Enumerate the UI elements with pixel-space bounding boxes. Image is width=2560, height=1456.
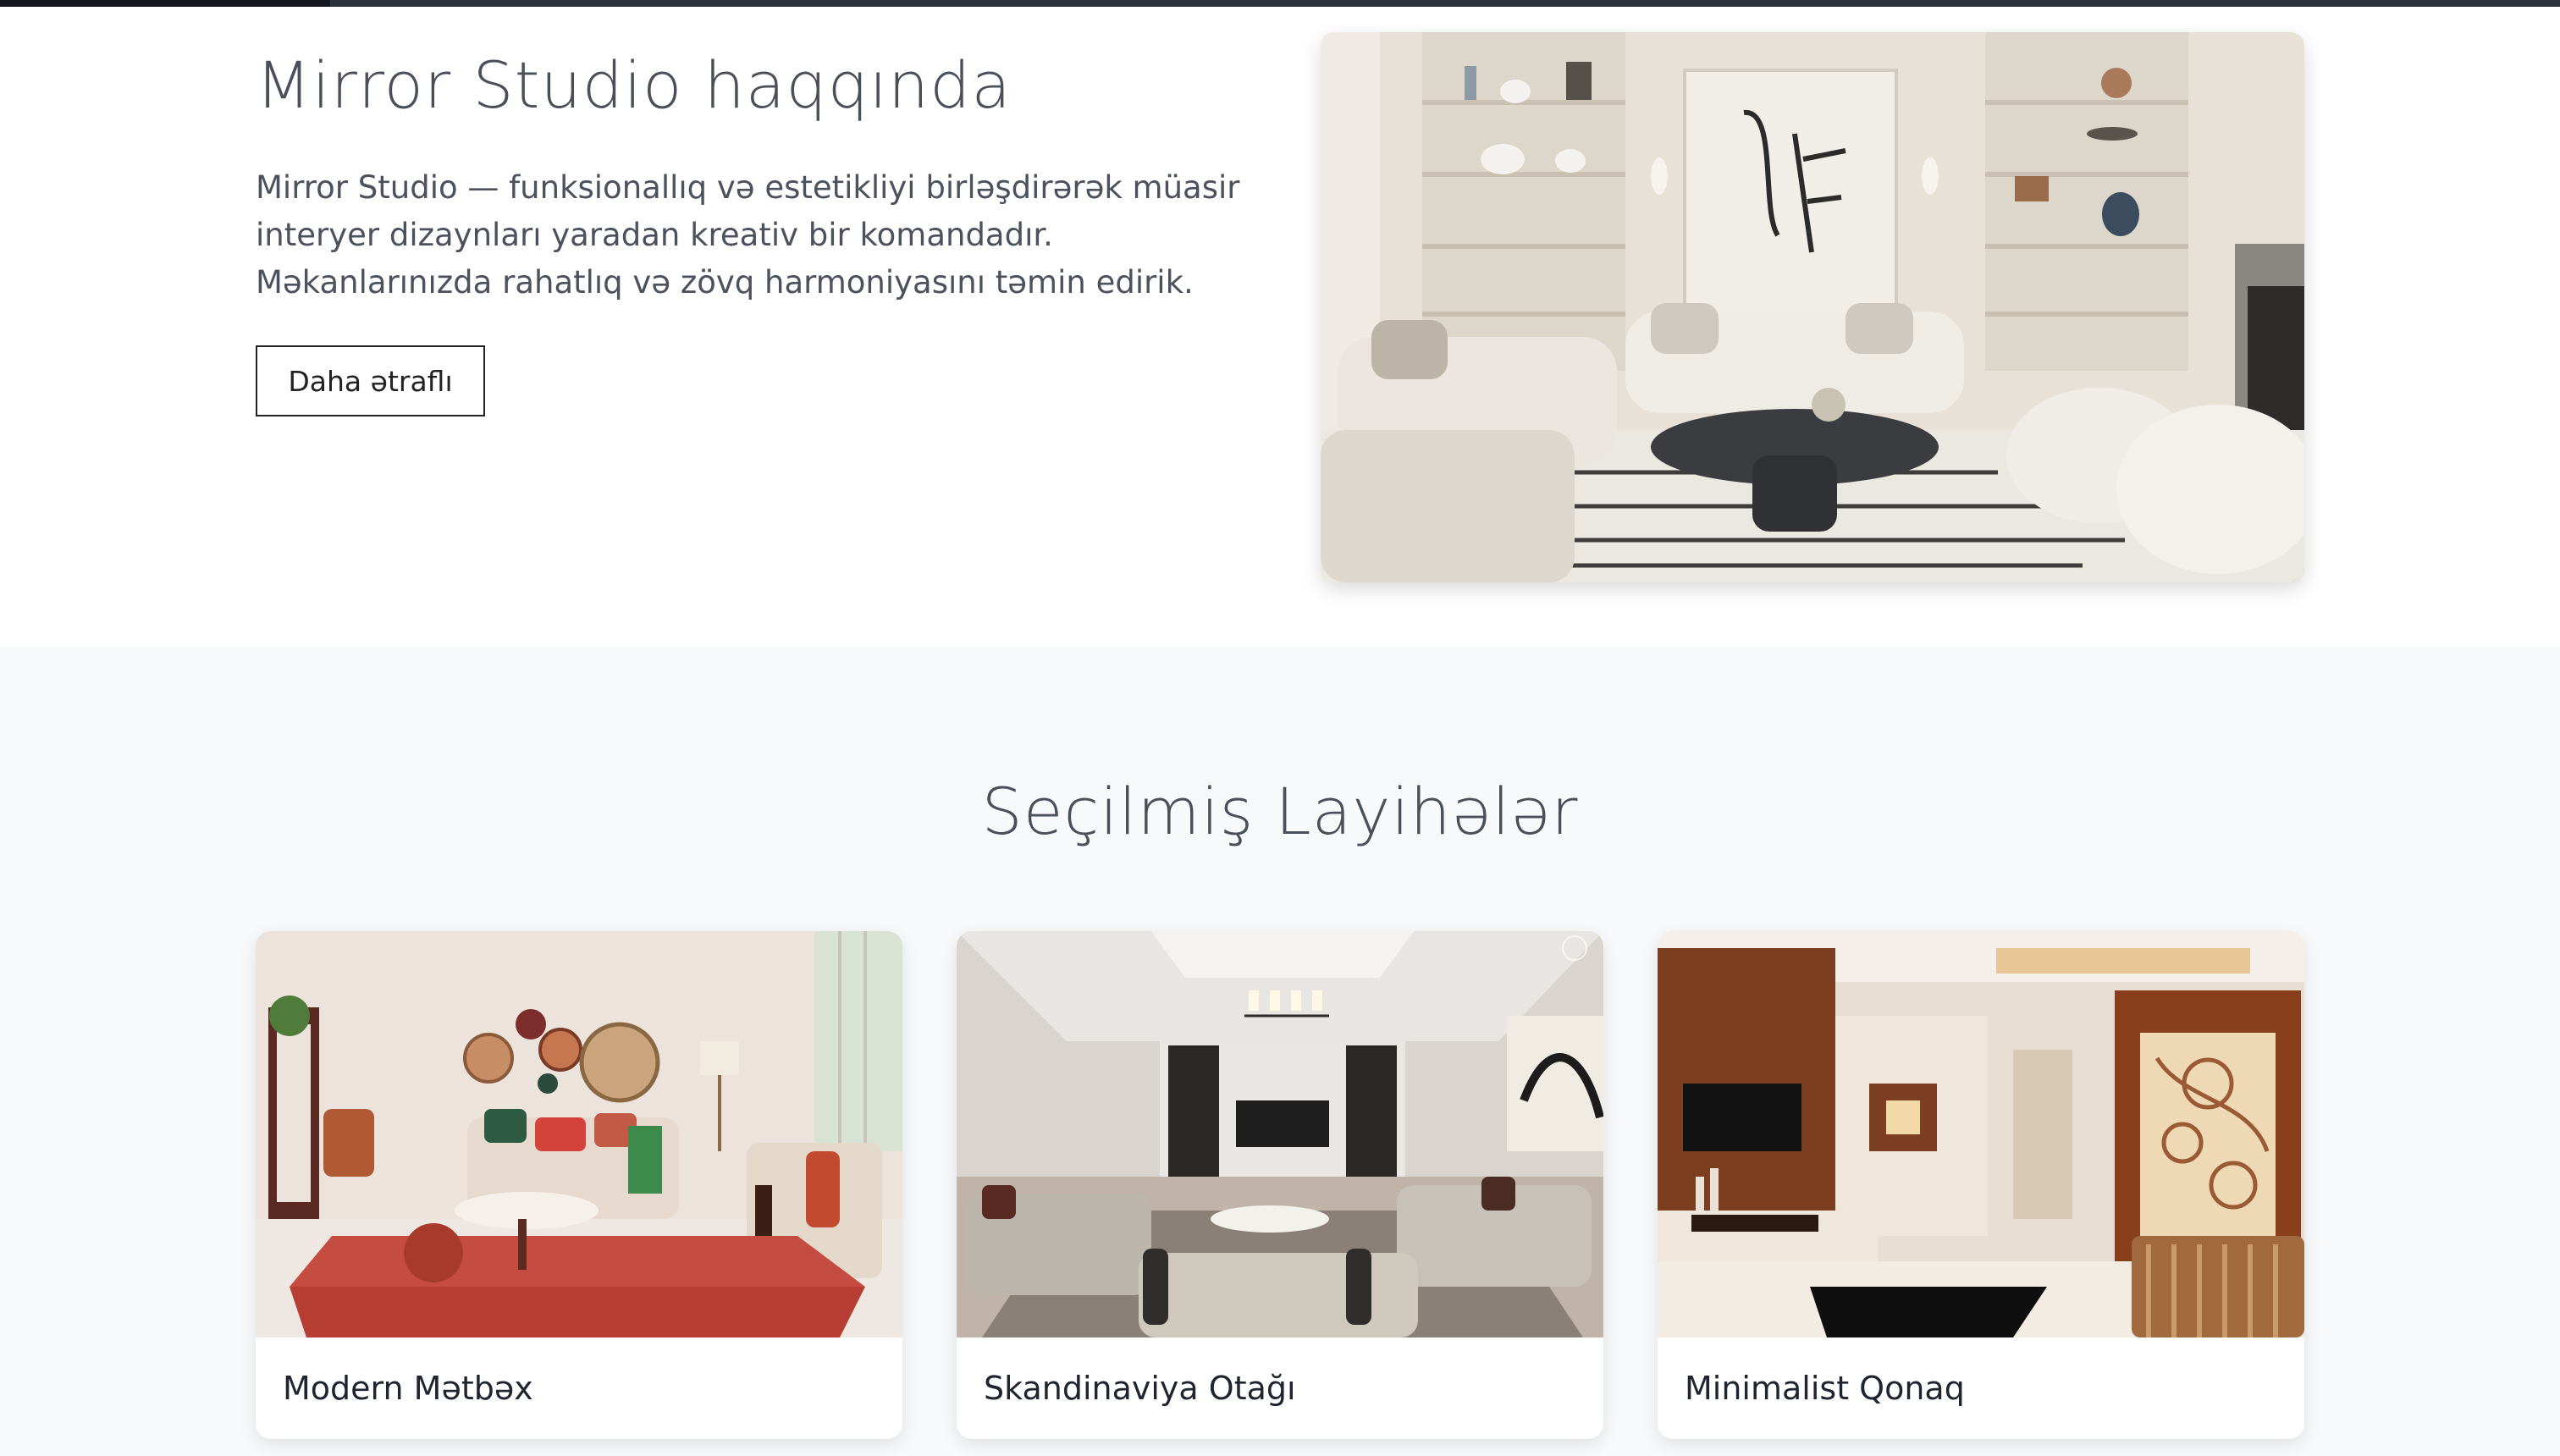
about-living-room-image — [1321, 32, 2304, 582]
project-card-scandinavian-room[interactable]: Skandinaviya Otağı — [957, 931, 1603, 1439]
project-card-modern-kitchen[interactable]: Modern Mətbəx — [256, 931, 902, 1439]
learn-more-button[interactable]: Daha ətraflı — [256, 345, 485, 416]
about-section: Mirror Studio haqqında Mirror Studio — f… — [0, 7, 2560, 647]
project-image-modern-kitchen — [256, 931, 902, 1337]
project-title: Minimalist Qonaq — [1685, 1370, 1965, 1407]
scroll-progress-track — [0, 0, 2560, 10]
project-image-minimalist-living — [1658, 931, 2304, 1337]
project-image-scandinavian-room — [957, 931, 1603, 1337]
about-title: Mirror Studio haqqında — [256, 47, 1012, 123]
about-description: Mirror Studio — funksionallıq və estetik… — [256, 169, 1240, 301]
project-title: Skandinaviya Otağı — [984, 1370, 1296, 1407]
projects-section: Seçilmiş Layihələr Modern Mətbəx Skandin… — [0, 647, 2560, 1456]
project-card-minimalist-living[interactable]: Minimalist Qonaq — [1658, 931, 2304, 1439]
projects-title: Seçilmiş Layihələr — [981, 774, 1579, 849]
project-title: Modern Mətbəx — [283, 1370, 533, 1407]
